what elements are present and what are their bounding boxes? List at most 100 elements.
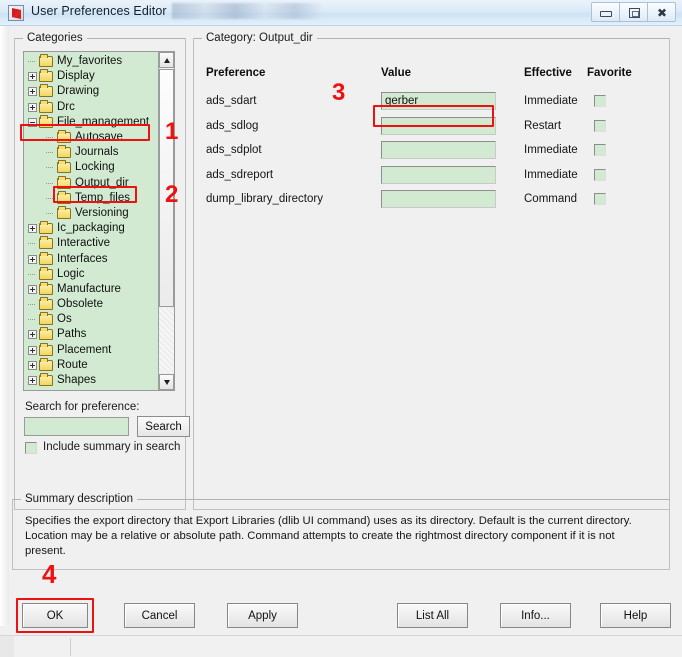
column-header-value: Value — [381, 67, 412, 79]
folder-icon — [39, 266, 53, 280]
list-all-button[interactable]: List All — [397, 603, 468, 628]
search-label: Search for preference: — [25, 401, 140, 413]
tree-item-my_favorites[interactable]: My_favorites — [24, 54, 160, 69]
expand-icon[interactable] — [28, 102, 37, 112]
favorite-checkbox[interactable] — [594, 144, 606, 156]
favorite-checkbox[interactable] — [594, 168, 606, 181]
tree-item-label: Versioning — [75, 206, 129, 219]
tree-item-interfaces[interactable]: Interfaces — [24, 251, 160, 266]
ok-button[interactable]: OK — [22, 603, 88, 628]
collapse-icon[interactable] — [28, 117, 37, 127]
tree-item-display[interactable]: Display — [24, 69, 160, 84]
window-controls: ✖ — [591, 2, 676, 22]
tree-vertical-scrollbar[interactable] — [158, 52, 174, 390]
expand-icon[interactable] — [28, 87, 37, 97]
tree-item-file_management[interactable]: File_management — [24, 114, 160, 130]
tree-item-manufacture[interactable]: Manufacture — [24, 281, 160, 297]
tree-item-versioning[interactable]: Versioning — [24, 205, 160, 221]
apply-button[interactable]: Apply — [227, 603, 298, 628]
search-button[interactable]: Search — [137, 416, 190, 437]
value-input[interactable] — [381, 165, 496, 184]
column-header-effective: Effective — [524, 67, 572, 79]
folder-icon — [39, 297, 53, 311]
folder-icon — [57, 160, 71, 174]
help-button[interactable]: Help — [600, 603, 671, 628]
search-input[interactable] — [24, 417, 129, 436]
tree-item-label: Locking — [75, 161, 115, 174]
tree-item-label: Placement — [57, 343, 112, 356]
tree-connector — [28, 56, 37, 67]
minimize-button[interactable] — [591, 2, 620, 22]
tree-item-route[interactable]: Route — [24, 357, 160, 373]
tree-item-drc[interactable]: Drc — [24, 99, 160, 115]
tree-item-label: Shapes — [57, 374, 97, 387]
tree-item-label: Autosave — [75, 131, 123, 144]
value-input[interactable] — [381, 141, 496, 159]
tree-item-shapes[interactable]: Shapes — [24, 373, 160, 388]
tree-item-paths[interactable]: Paths — [24, 327, 160, 342]
tree-item-label: Logic — [57, 267, 85, 280]
value-input[interactable] — [381, 190, 496, 208]
tree-item-drawing[interactable]: Drawing — [24, 84, 160, 99]
include-summary-label: Include summary in search — [43, 441, 181, 453]
expand-icon[interactable] — [28, 284, 37, 294]
expand-icon[interactable] — [28, 360, 37, 370]
tree-item-temp_files[interactable]: Temp_files — [24, 190, 160, 206]
favorite-checkbox[interactable] — [594, 119, 606, 132]
value-input[interactable]: gerber — [381, 92, 496, 110]
expand-icon[interactable] — [28, 224, 37, 234]
include-summary-checkbox[interactable] — [25, 442, 37, 454]
expand-icon[interactable] — [28, 330, 37, 340]
tree-item-autosave[interactable]: Autosave — [24, 130, 160, 145]
column-header-preference: Preference — [206, 67, 266, 79]
expand-icon[interactable] — [28, 376, 37, 386]
folder-icon — [39, 312, 53, 326]
expand-icon[interactable] — [28, 254, 37, 264]
folder-icon — [39, 99, 53, 113]
tree-item-logic[interactable]: Logic — [24, 266, 160, 282]
summary-description-text: Specifies the export directory that Expo… — [25, 515, 632, 557]
scroll-up-button[interactable] — [159, 52, 174, 68]
maximize-icon — [629, 8, 640, 18]
maximize-button[interactable] — [619, 2, 648, 22]
tree-item-obsolete[interactable]: Obsolete — [24, 297, 160, 312]
tree-item-ic_packaging[interactable]: Ic_packaging — [24, 221, 160, 236]
tree-connector — [28, 269, 37, 280]
tree-connector — [46, 208, 55, 219]
folder-icon — [57, 175, 71, 189]
preference-name: ads_sdlog — [206, 119, 259, 132]
cancel-button[interactable]: Cancel — [124, 603, 195, 628]
value-input[interactable] — [381, 116, 496, 135]
annotation-number-1: 1 — [165, 118, 179, 145]
tree-item-placement[interactable]: Placement — [24, 342, 160, 358]
tree-item-interactive[interactable]: Interactive — [24, 236, 160, 251]
tree-item-locking[interactable]: Locking — [24, 160, 160, 175]
chevron-up-icon — [164, 58, 170, 63]
tree-item-os[interactable]: Os — [24, 312, 160, 327]
expand-icon[interactable] — [28, 345, 37, 355]
title-bar-blurred-region — [172, 3, 322, 19]
favorite-checkbox[interactable] — [594, 193, 606, 205]
user-preferences-editor-window: User Preferences Editor ✖ Categories My_… — [0, 0, 682, 657]
favorite-checkbox[interactable] — [594, 95, 606, 107]
tree-connector — [46, 178, 55, 189]
summary-group: Summary description Specifies the export… — [12, 493, 670, 570]
folder-icon — [57, 190, 71, 204]
status-bar — [0, 635, 682, 657]
folder-icon — [57, 145, 71, 159]
close-icon: ✖ — [656, 6, 668, 20]
tree-item-journals[interactable]: Journals — [24, 145, 160, 160]
scroll-down-button[interactable] — [159, 374, 174, 390]
info-button[interactable]: Info... — [500, 603, 571, 628]
scrollbar-track[interactable] — [159, 308, 174, 373]
tree-item-output_dir[interactable]: Output_dir — [24, 175, 160, 191]
dialog-client-area: Categories My_favorites Display Drawing Drc… — [0, 26, 682, 657]
close-button[interactable]: ✖ — [647, 2, 676, 22]
effective-value: Immediate — [524, 95, 578, 107]
folder-icon — [57, 205, 71, 219]
folder-icon — [39, 327, 53, 341]
summary-group-label: Summary description — [21, 493, 138, 505]
expand-icon[interactable] — [28, 72, 37, 82]
categories-tree[interactable]: My_favorites Display Drawing Drc File_manage… — [23, 51, 175, 391]
tree-item-label: Temp_files — [75, 191, 130, 204]
